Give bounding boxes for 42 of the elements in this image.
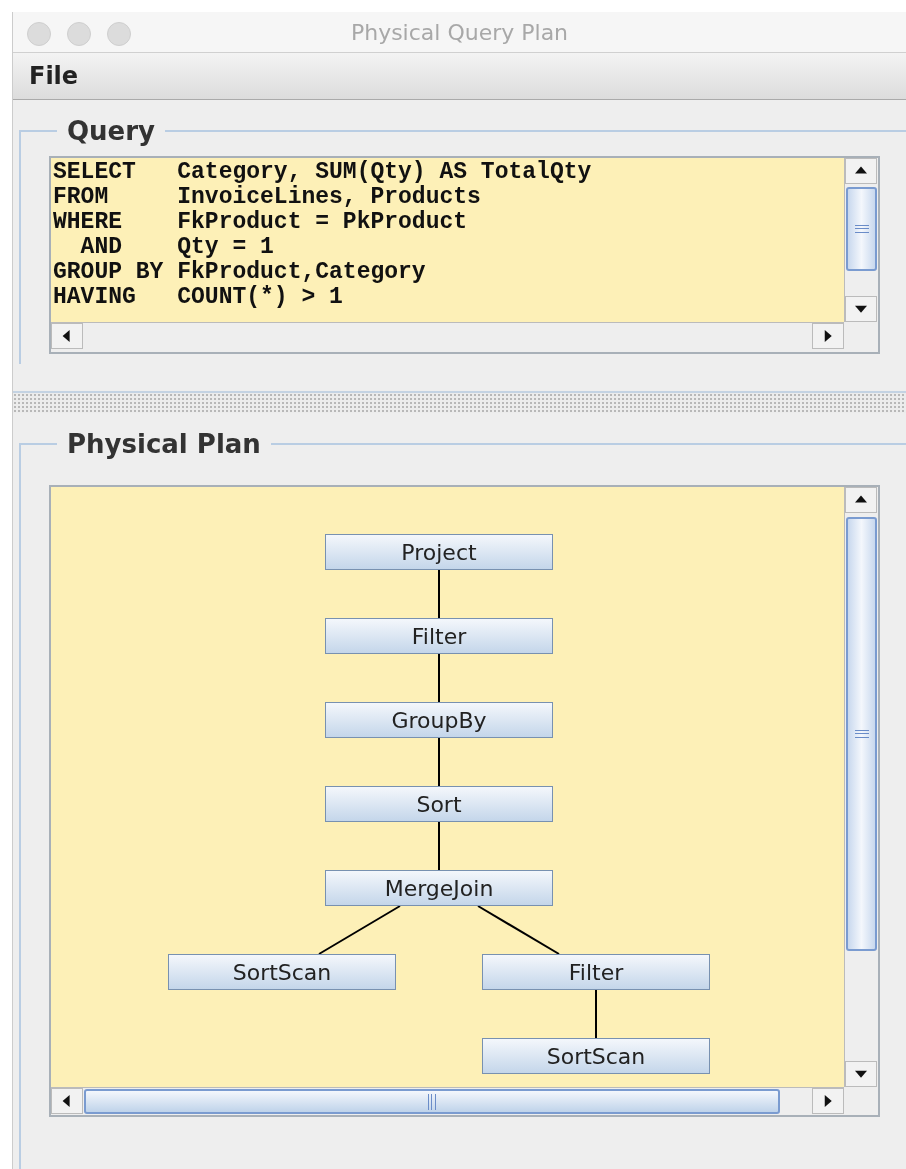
plan-node[interactable]: GroupBy — [325, 702, 553, 738]
plan-node[interactable]: Filter — [482, 954, 710, 990]
plan-node[interactable]: Sort — [325, 786, 553, 822]
sql-line: WHERE FkProduct = PkProduct — [53, 210, 469, 235]
scroll-down-icon[interactable] — [845, 296, 877, 322]
group-title: Physical Plan — [66, 429, 262, 459]
sql-line: GROUP BY FkProduct,Category — [53, 260, 427, 285]
horizontal-scrollbar[interactable] — [51, 322, 844, 352]
horizontal-scrollbar[interactable] — [51, 1087, 844, 1115]
close-button[interactable] — [27, 22, 51, 46]
query-text-area[interactable]: SELECT Category, SUM(Qty) AS TotalQty FROM InvoiceLines, Products WHERE FkProduct = PkProduct AND Qty = 1 GROUP BY FkProduct,Category HAVING COUNT(*) > 1 — [49, 156, 880, 354]
window-title: Physical Query Plan — [350, 19, 569, 45]
menu-item[interactable]: File — [25, 62, 83, 90]
connector-line — [438, 653, 440, 703]
scroll-up-icon[interactable] — [845, 487, 877, 513]
sql-line: AND Qty = 1 — [79, 235, 275, 260]
connector-line — [438, 821, 440, 871]
vertical-scrollbar[interactable] — [844, 158, 878, 322]
connector-line — [595, 989, 597, 1039]
zoom-button[interactable] — [107, 22, 131, 46]
minimize-button[interactable] — [67, 22, 91, 46]
connector-line — [438, 737, 440, 787]
sql-line: HAVING COUNT(*) > 1 — [53, 285, 344, 310]
plan-node[interactable]: Project — [325, 534, 553, 570]
scroll-right-icon[interactable] — [812, 1088, 844, 1114]
sql-line: FROM InvoiceLines, Products — [53, 185, 482, 210]
plan-node[interactable]: SortScan — [168, 954, 396, 990]
sql-line: SELECT Category, SUM(Qty) AS TotalQty — [53, 160, 593, 185]
scroll-right-icon[interactable] — [812, 323, 844, 349]
vertical-scrollbar[interactable] — [844, 487, 878, 1087]
scroll-left-icon[interactable] — [51, 1088, 83, 1114]
scroll-thumb[interactable] — [84, 1089, 780, 1114]
plan-node[interactable]: SortScan — [482, 1038, 710, 1074]
group-title: Query — [66, 116, 157, 146]
scroll-down-icon[interactable] — [845, 1061, 877, 1087]
plan-node[interactable]: Filter — [325, 618, 553, 654]
scroll-thumb[interactable] — [846, 187, 877, 271]
plan-node[interactable]: MergeJoin — [325, 870, 553, 906]
scroll-thumb[interactable] — [846, 517, 877, 951]
connector-line — [438, 569, 440, 619]
scroll-up-icon[interactable] — [845, 158, 877, 184]
scroll-left-icon[interactable] — [51, 323, 83, 349]
